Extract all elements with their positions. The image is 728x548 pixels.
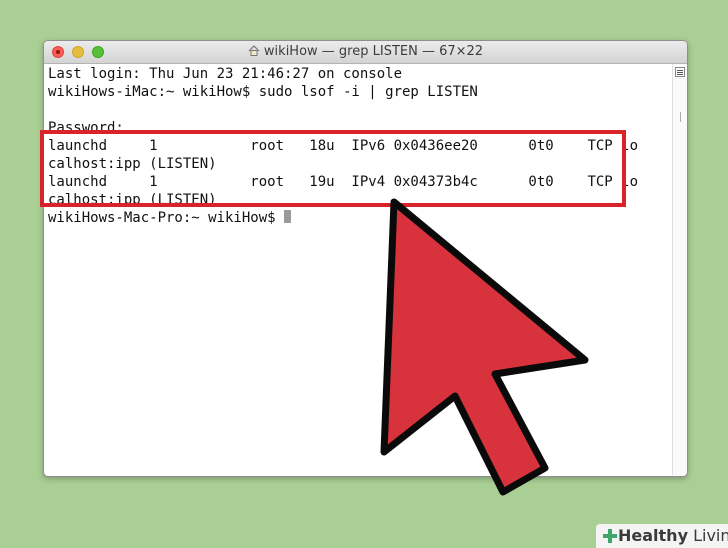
watermark-brand-rest: Living <box>693 526 728 545</box>
watermark: Healthy Living <box>596 524 728 548</box>
watermark-brand-bold: Healthy <box>618 526 688 545</box>
watermark-text: Healthy Living <box>618 526 728 546</box>
plus-icon <box>603 529 617 543</box>
pointer-arrow-icon <box>380 198 589 496</box>
